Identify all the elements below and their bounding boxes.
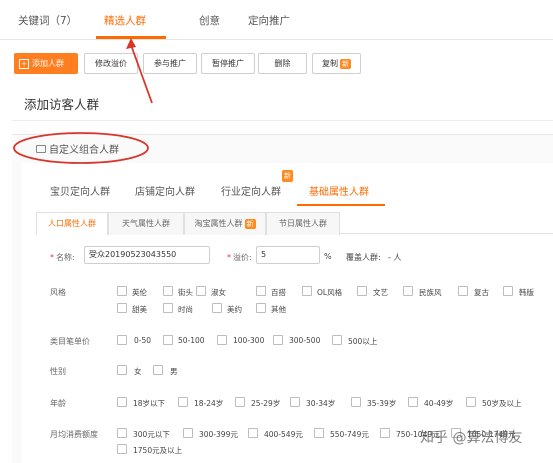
watermark: 知乎 @算法博友 <box>420 430 523 446</box>
arrow-head-icon <box>126 38 136 49</box>
annotation-ellipse <box>13 132 149 164</box>
annotation-arrow <box>130 44 153 104</box>
annotation-overlay <box>13 38 153 164</box>
